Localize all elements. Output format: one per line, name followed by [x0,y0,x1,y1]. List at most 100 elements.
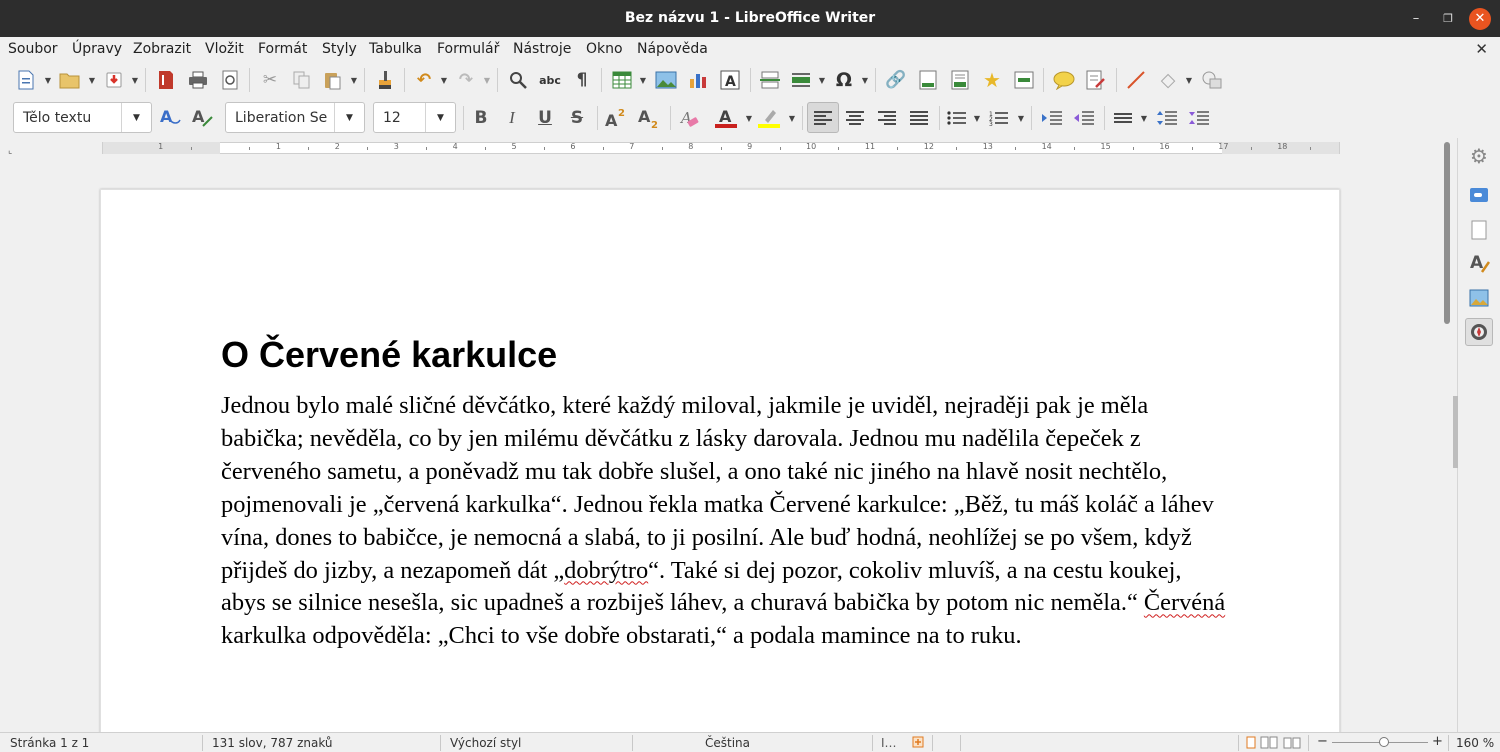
copy-icon[interactable] [290,68,314,92]
italic-icon[interactable]: I [500,106,524,130]
formatting-marks-icon[interactable]: ¶ [570,68,594,92]
comment-icon[interactable] [1052,68,1076,92]
clear-formatting-icon[interactable]: A [677,106,701,130]
ordered-list-dropdown-icon[interactable]: ▼ [1016,106,1026,130]
multi-page-view-icon[interactable] [1260,736,1278,752]
menu-zobrazit[interactable]: Zobrazit [133,41,191,57]
sidebar-collapse-handle[interactable] [1453,396,1458,468]
basic-shapes-icon[interactable]: ◇ [1156,68,1180,92]
cross-reference-icon[interactable] [1012,68,1036,92]
book-view-icon[interactable] [1283,736,1301,752]
zoom-slider-thumb[interactable] [1379,737,1389,747]
scrollbar-thumb[interactable] [1444,142,1450,324]
insert-chart-icon[interactable] [686,68,710,92]
misspelled-word[interactable]: dobrýtro [564,557,648,584]
export-pdf-icon[interactable] [154,68,178,92]
chevron-down-icon[interactable]: ▼ [334,103,364,132]
document-page[interactable]: O Červené karkulce Jednou bylo malé slič… [100,189,1340,732]
update-style-icon[interactable]: A [158,106,182,130]
open-folder-icon[interactable] [58,68,82,92]
insert-mode-icon[interactable]: I… [881,736,897,750]
line-spacing-dropdown-icon[interactable]: ▼ [1139,106,1149,130]
spelling-icon[interactable]: abc [538,68,562,92]
navigator-icon[interactable] [1465,318,1493,346]
highlight-color-icon[interactable] [757,106,781,130]
print-icon[interactable] [186,68,210,92]
paragraph-style-combo[interactable]: Tělo textu ▼ [13,102,152,133]
new-style-icon[interactable]: A [190,106,214,130]
page-icon[interactable] [1467,218,1491,242]
cut-icon[interactable]: ✂ [258,68,282,92]
align-right-icon[interactable] [875,106,899,130]
track-changes-icon[interactable] [1084,68,1108,92]
language[interactable]: Čeština [705,736,750,750]
page-style[interactable]: Výchozí styl [450,736,521,750]
document-modified-icon[interactable] [912,736,924,751]
align-left-icon[interactable] [807,102,839,133]
undo-icon[interactable]: ↶ [412,68,436,92]
menu-formular[interactable]: Formulář [437,41,499,57]
clone-formatting-icon[interactable] [373,68,397,92]
menu-nastroje[interactable]: Nástroje [513,41,571,57]
menu-format[interactable]: Formát [258,41,307,57]
table-dropdown-icon[interactable]: ▼ [638,68,648,92]
subscript-icon[interactable]: A2 [637,106,661,130]
document-canvas[interactable]: O Červené karkulce Jednou bylo malé slič… [0,158,1440,732]
font-name-combo[interactable]: Liberation Se ▼ [225,102,365,133]
align-center-icon[interactable] [843,106,867,130]
new-dropdown-icon[interactable]: ▼ [43,68,53,92]
endnote-icon[interactable] [948,68,972,92]
increase-indent-icon[interactable] [1040,106,1064,130]
properties-icon[interactable] [1467,183,1491,207]
menu-okno[interactable]: Okno [586,41,623,57]
zoom-level[interactable]: 160 % [1456,736,1494,750]
print-preview-icon[interactable] [218,68,242,92]
horizontal-ruler[interactable]: ⌞ 1 1 2 3 4 5 6 7 8 9 10 11 12 13 14 15 16 17 18 [0,138,1440,158]
menu-napoveda[interactable]: Nápověda [637,41,708,57]
tab-stop-selector-icon[interactable]: ⌞ [8,146,12,156]
ordered-list-icon[interactable]: 123 [987,106,1011,130]
justify-icon[interactable] [907,106,931,130]
zoom-in-button[interactable]: + [1432,734,1443,749]
strikethrough-icon[interactable]: S [565,106,589,130]
bookmark-icon[interactable]: ★ [980,68,1004,92]
insert-field-icon[interactable] [789,68,813,92]
page-break-icon[interactable] [758,68,782,92]
unordered-list-icon[interactable] [945,106,969,130]
menu-soubor[interactable]: Soubor [8,41,58,57]
highlight-dropdown-icon[interactable]: ▼ [787,106,797,130]
paste-icon[interactable] [320,68,344,92]
paste-dropdown-icon[interactable]: ▼ [349,68,359,92]
hyperlink-icon[interactable]: 🔗 [884,68,908,92]
line-icon[interactable] [1124,68,1148,92]
misspelled-word[interactable]: Červéná [1144,589,1225,616]
word-count[interactable]: 131 slov, 787 znaků [212,736,333,750]
styles-icon[interactable]: A [1467,251,1491,275]
menu-upravy[interactable]: Úpravy [72,41,122,57]
save-icon[interactable] [102,68,126,92]
increase-paragraph-spacing-icon[interactable] [1155,106,1179,130]
redo-icon[interactable]: ↷ [454,68,478,92]
open-dropdown-icon[interactable]: ▼ [87,68,97,92]
redo-dropdown-icon[interactable]: ▼ [482,68,492,92]
close-document-button[interactable]: ✕ [1475,40,1488,58]
minimize-button[interactable]: – [1405,8,1427,30]
footnote-icon[interactable] [916,68,940,92]
document-body-text[interactable]: Jednou bylo malé sličné děvčátko, které … [221,390,1231,653]
shapes-dropdown-icon[interactable]: ▼ [1184,68,1194,92]
menu-vlozit[interactable]: Vložit [205,41,244,57]
maximize-button[interactable]: ❐ [1437,8,1459,30]
special-character-icon[interactable]: Ω [832,68,856,92]
gear-icon[interactable]: ⚙ [1467,144,1491,168]
decrease-indent-icon[interactable] [1072,106,1096,130]
single-page-view-icon[interactable] [1246,736,1256,752]
find-replace-icon[interactable] [506,68,530,92]
page-indicator[interactable]: Stránka 1 z 1 [10,736,89,750]
font-color-dropdown-icon[interactable]: ▼ [744,106,754,130]
superscript-icon[interactable]: A2 [604,106,628,130]
special-char-dropdown-icon[interactable]: ▼ [860,68,870,92]
new-document-icon[interactable] [14,68,38,92]
draw-functions-icon[interactable] [1200,68,1224,92]
gallery-icon[interactable] [1467,286,1491,310]
bold-icon[interactable]: B [469,106,493,130]
